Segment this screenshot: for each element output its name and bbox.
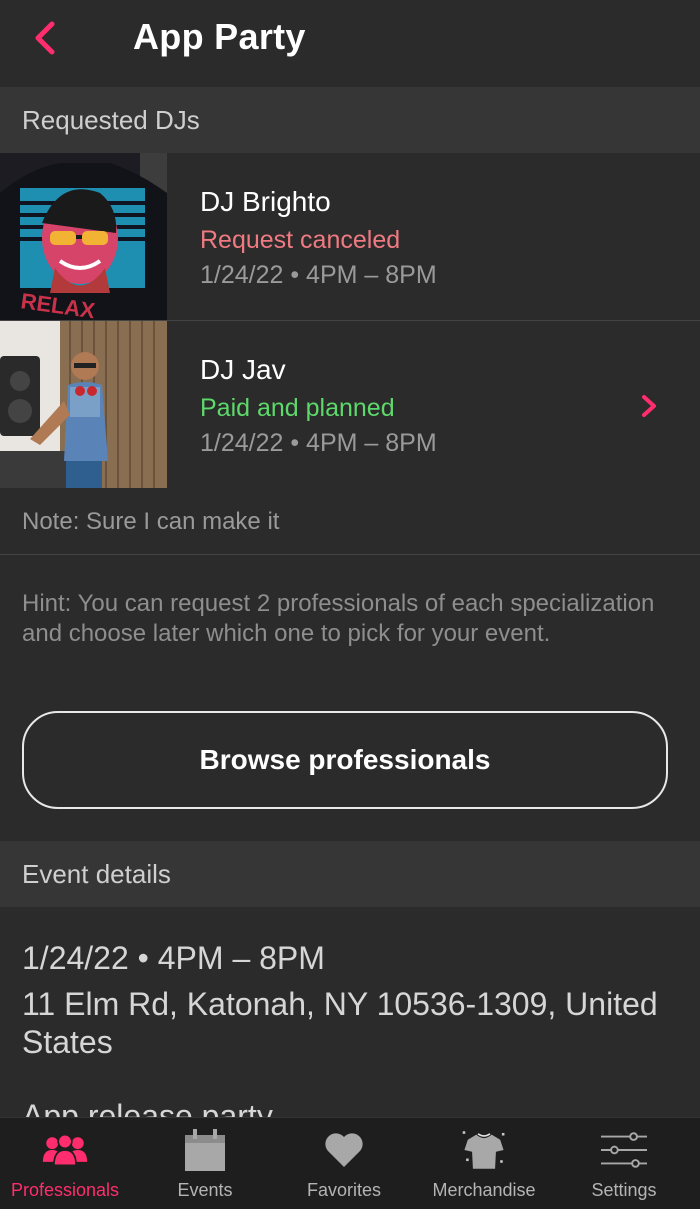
dj-row-jav[interactable]: DJ Jav Paid and planned 1/24/22 • 4PM – … [0,321,700,489]
chevron-right-icon[interactable] [638,391,660,421]
people-icon [42,1128,88,1172]
dj-note: Note: Sure I can make it [22,508,280,535]
calendar-icon [182,1128,228,1172]
tab-label: Settings [591,1180,657,1200]
bottom-tab-bar: Professionals Events Favorites Merchandi… [0,1117,700,1209]
dj-photo-jav [0,321,167,488]
tab-settings[interactable]: Settings [574,1118,674,1209]
back-chevron-icon[interactable] [30,18,60,58]
dj-name: DJ Brighto [200,186,331,217]
dj-status-paid: Paid and planned [200,394,395,422]
tab-label: Professionals [10,1180,120,1200]
dj-time: 1/24/22 • 4PM – 8PM [200,261,437,289]
dj-row-brighto[interactable]: RELAX DJ Brighto Request canceled 1/24/2… [0,153,700,321]
dj-status-canceled: Request canceled [200,226,401,254]
tab-label: Merchandise [432,1180,536,1200]
dj-time: 1/24/22 • 4PM – 8PM [200,429,437,457]
event-date-time: 1/24/22 • 4PM – 8PM [22,940,325,976]
app-header: App Party [0,0,700,87]
tab-favorites[interactable]: Favorites [289,1118,399,1209]
divider [0,554,700,555]
tab-label: Events [177,1180,233,1200]
event-address: 11 Elm Rd, Katonah, NY 10536-1309, Unite… [22,986,658,1060]
section-header-event-details: Event details [0,841,700,907]
heart-icon [321,1128,367,1172]
tab-merchandise[interactable]: Merchandise [424,1118,544,1209]
tab-professionals[interactable]: Professionals [0,1118,130,1209]
section-header-requested-djs: Requested DJs [0,87,700,153]
dj-name: DJ Jav [200,354,286,385]
hint-text: Hint: You can request 2 professionals of… [22,590,655,647]
dj-photo-brighto: RELAX [0,153,167,320]
page-title: App Party [133,16,306,57]
tshirt-icon [461,1128,507,1172]
tab-label: Favorites [306,1180,382,1200]
tab-events[interactable]: Events [150,1118,260,1209]
browse-professionals-button[interactable]: Browse professionals [22,711,668,809]
sliders-icon [601,1128,647,1172]
